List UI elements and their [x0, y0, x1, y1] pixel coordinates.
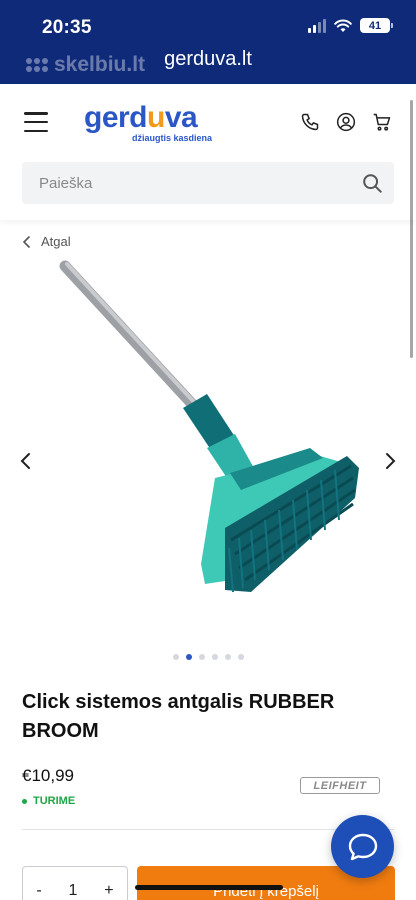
brand-logo[interactable]: LEIFHEIT: [300, 777, 380, 794]
home-indicator: [135, 885, 283, 890]
gallery-dot-active[interactable]: [185, 654, 192, 660]
search-bar: [22, 162, 394, 204]
gallery-dot[interactable]: [172, 654, 179, 660]
logo-wordmark: gerduva: [84, 101, 198, 134]
product-image: [59, 260, 359, 593]
site-header: gerduva džiaugtis kasdiena: [0, 84, 416, 220]
phone-icon[interactable]: [300, 112, 320, 132]
address-bar-url[interactable]: gerduva.lt: [0, 48, 416, 71]
status-indicators: 41: [308, 18, 393, 33]
search-input[interactable]: [22, 174, 350, 192]
cart-icon[interactable]: [372, 112, 392, 132]
menu-icon[interactable]: [24, 112, 48, 132]
quantity-value[interactable]: 1: [63, 882, 84, 900]
product-price: €10,99: [22, 766, 74, 785]
stock-status: TURIME: [22, 795, 75, 807]
header-actions: [300, 112, 392, 132]
gallery-dot[interactable]: [198, 654, 205, 660]
gallery-dot[interactable]: [224, 654, 231, 660]
ios-status-bar: 20:35 41 skelbiu.lt gerduva.lt: [0, 0, 416, 84]
gallery-dot[interactable]: [211, 654, 218, 660]
search-button[interactable]: [350, 162, 394, 204]
search-icon: [363, 174, 382, 193]
quantity-increase-button[interactable]: +: [98, 882, 119, 900]
chat-button[interactable]: [331, 815, 394, 878]
stock-dot-icon: [22, 798, 27, 804]
quantity-stepper: - 1 +: [22, 866, 128, 900]
wifi-icon: [334, 19, 352, 32]
gallery-dot[interactable]: [237, 654, 244, 660]
stock-label: TURIME: [33, 795, 76, 807]
gallery-next-icon[interactable]: [380, 451, 400, 471]
chat-icon: [348, 833, 377, 860]
status-time: 20:35: [42, 17, 92, 38]
gallery-dots: [0, 654, 416, 660]
quantity-decrease-button[interactable]: -: [30, 882, 47, 900]
gallery-prev-icon[interactable]: [16, 451, 36, 471]
battery-icon: 41: [360, 18, 393, 33]
back-label: Atgal: [41, 234, 71, 249]
logo-tagline: džiaugtis kasdiena: [132, 133, 213, 143]
logo[interactable]: gerduva džiaugtis kasdiena: [84, 101, 213, 144]
user-icon[interactable]: [336, 112, 356, 132]
back-link[interactable]: Atgal: [22, 234, 71, 249]
product-title: Click sistemos antgalis RUBBER BROOM: [22, 691, 335, 742]
scrollbar[interactable]: [410, 100, 413, 358]
signal-icon: [308, 18, 326, 33]
product-gallery[interactable]: [0, 256, 416, 666]
chevron-left-icon: [22, 235, 30, 248]
